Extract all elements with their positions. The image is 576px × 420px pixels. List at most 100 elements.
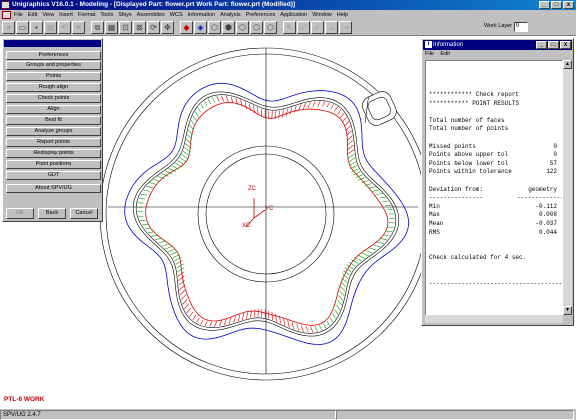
info-menu-edit[interactable]: Edit (440, 51, 449, 57)
deviation-whisker (190, 120, 196, 126)
information-text-area[interactable]: ************ Check report *********** POI… (425, 60, 563, 323)
deviation-whisker (218, 320, 222, 327)
view-top-icon[interactable]: ⬡ (236, 21, 249, 34)
deviation-whisker (235, 97, 238, 105)
best-fit-button[interactable]: Best fit (6, 116, 101, 125)
menu-wcs[interactable]: WCS (170, 12, 183, 18)
menu-insert[interactable]: Insert (59, 12, 73, 18)
select-icon[interactable]: ⤢ (297, 21, 310, 34)
open-icon[interactable]: ▭ (16, 21, 29, 34)
part-geometry (99, 47, 433, 381)
gdt-button[interactable]: GDT (6, 171, 101, 180)
menu-edit[interactable]: Edit (28, 12, 37, 18)
points-button[interactable]: Points (6, 72, 101, 81)
horizontal-scrollbar[interactable] (425, 315, 563, 323)
deviation-whisker (347, 140, 354, 146)
save-icon[interactable]: ▪ (30, 21, 43, 34)
deviation-whisker (294, 105, 297, 113)
information-titlebar: i Information _ □ x (423, 40, 572, 50)
deviation-whisker (285, 108, 288, 117)
view-right-icon[interactable]: ⬡ (264, 21, 277, 34)
paste-icon[interactable]: ▦ (105, 21, 118, 34)
menu-window[interactable]: Window (312, 12, 332, 18)
info-minimize-button[interactable]: _ (536, 41, 547, 49)
point-positions-button[interactable]: Point positions (6, 160, 101, 169)
info-maximize-button[interactable]: □ (548, 41, 559, 49)
deviation-whisker (340, 112, 345, 119)
align-button[interactable]: Align (6, 105, 101, 114)
shaded-icon[interactable]: ◆ (180, 21, 193, 34)
deviation-whisker (182, 299, 188, 305)
menu-file[interactable]: File (14, 12, 23, 18)
minimize-button[interactable]: _ (539, 1, 550, 9)
deviation-whisker (158, 240, 166, 244)
scroll-down-arrow-icon[interactable]: ▼ (563, 306, 572, 315)
view-front-icon[interactable]: ⬡ (250, 21, 263, 34)
filter-icon[interactable]: ↖ (283, 21, 296, 34)
deviation-whisker (204, 100, 208, 106)
view-iso-icon[interactable]: ⬢ (222, 21, 235, 34)
deviation-whisker (339, 285, 346, 292)
info-line: RMS 0.044 (429, 229, 557, 236)
menu-assemblies[interactable]: Assemblies (137, 12, 165, 18)
deviation-whisker (253, 309, 256, 318)
info-line-label: Total number of faces (429, 116, 505, 124)
document-icon[interactable] (2, 11, 11, 19)
cut-icon[interactable]: ✕ (72, 21, 85, 34)
menu-information[interactable]: Information (188, 12, 216, 18)
pan-icon[interactable]: ✥ (161, 21, 174, 34)
scroll-up-arrow-icon[interactable]: ▲ (563, 60, 572, 69)
redisplay-points-button[interactable]: Redisplay points (6, 149, 101, 158)
vertical-scrollbar[interactable]: ▲ ▼ (563, 60, 572, 315)
about-spv-ug-button[interactable]: About SPV/UG (6, 184, 101, 193)
deviation-whisker (223, 319, 227, 326)
menu-application[interactable]: Application (280, 12, 307, 18)
close-button[interactable]: x (563, 1, 574, 9)
menu-tools[interactable]: Tools (100, 12, 113, 18)
work-layer-input[interactable]: 0 (514, 22, 528, 32)
undo-icon[interactable]: ↶ (58, 21, 71, 34)
deviation-whisker (337, 109, 342, 115)
snap-icon[interactable]: ✓ (311, 21, 324, 34)
print-icon[interactable]: ▤ (44, 21, 57, 34)
info-line-value: 0 (553, 151, 557, 159)
info-line: Points above upper tol 0 (429, 151, 557, 158)
menu-format[interactable]: Format (78, 12, 95, 18)
info-line: Mean -0.037 (429, 220, 557, 227)
triad-label-y: YC (265, 206, 274, 212)
analyze-groups-button[interactable]: Analyze groups (6, 127, 101, 136)
info-menu-file[interactable]: File (425, 51, 434, 57)
new-icon[interactable]: ▫ (2, 21, 15, 34)
deviation-whisker (336, 304, 341, 311)
deviation-whisker (174, 162, 183, 168)
check-points-button[interactable]: Check points (6, 94, 101, 103)
menu-view[interactable]: View (42, 12, 54, 18)
menu-analysis[interactable]: Analysis (220, 12, 240, 18)
back-button[interactable]: Back (38, 208, 66, 219)
spv-panel-titlebar (4, 40, 101, 47)
deviation-whisker (369, 247, 377, 251)
menu-preferences[interactable]: Preferences (246, 12, 276, 18)
arrow-icon[interactable]: → (325, 21, 338, 34)
info-close-button[interactable]: x (560, 41, 571, 49)
deviation-whisker (175, 260, 183, 265)
rotate-icon[interactable]: ⟳ (147, 21, 160, 34)
wireframe-icon[interactable]: ◈ (194, 21, 207, 34)
fit-icon[interactable]: ⊡ (119, 21, 132, 34)
zoom-icon[interactable]: ⊠ (133, 21, 146, 34)
deviation-whisker (282, 109, 284, 118)
select-all-icon[interactable]: ⇢ (339, 21, 352, 34)
info-line-value: 57 (549, 159, 557, 167)
report-points-button[interactable]: Report points (6, 138, 101, 147)
preferences-button[interactable]: Preferences (6, 51, 101, 60)
cancel-button[interactable]: Cancel (70, 208, 98, 219)
view-icon[interactable]: ⬡ (208, 21, 221, 34)
groups-and-properties-button[interactable]: Groups and properties (6, 61, 101, 70)
rough-align-button[interactable]: Rough align (6, 83, 101, 92)
menu-help[interactable]: Help (337, 12, 348, 18)
copy-icon[interactable]: ⧉ (91, 21, 104, 34)
menu-sfsys[interactable]: Sfsys (118, 12, 131, 18)
ok-button[interactable]: OK (6, 208, 34, 219)
maximize-button[interactable]: □ (551, 1, 562, 9)
deviation-whisker (192, 115, 197, 121)
